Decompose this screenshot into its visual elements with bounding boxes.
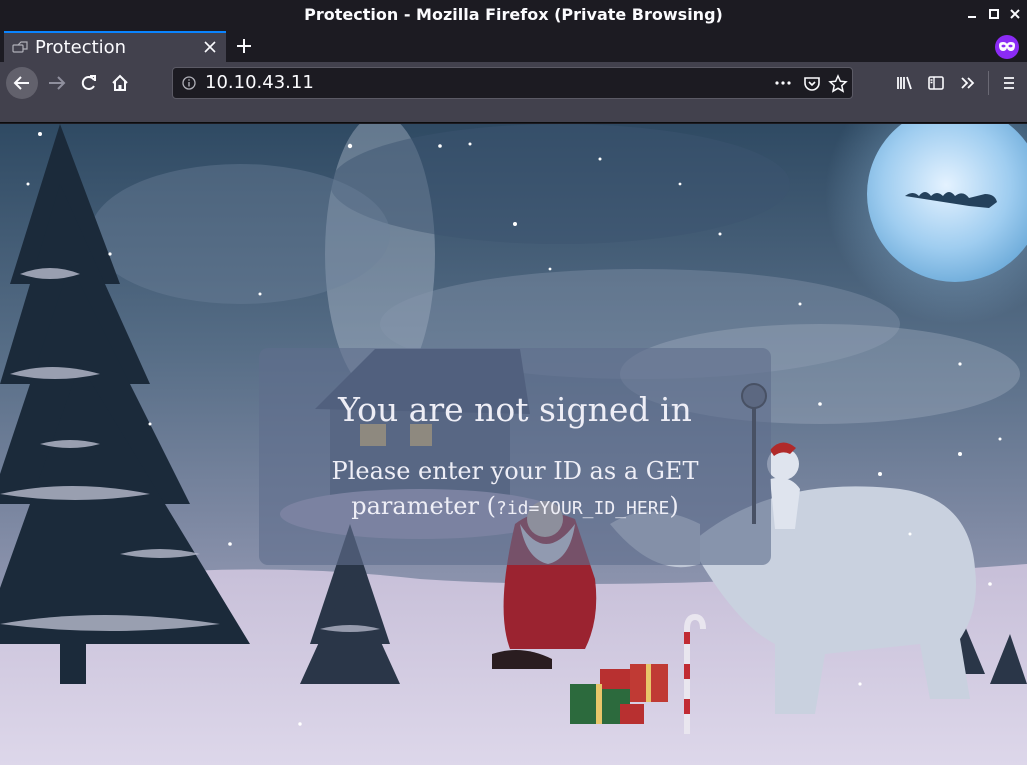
bookmark-star-icon[interactable] bbox=[828, 74, 848, 94]
sign-in-notice-card: You are not signed in Please enter your … bbox=[259, 348, 771, 565]
reload-button[interactable] bbox=[73, 67, 105, 99]
page-actions-icon[interactable] bbox=[774, 76, 792, 90]
tab-strip: Protection bbox=[0, 31, 1027, 62]
tab-protection[interactable]: Protection bbox=[4, 31, 226, 62]
close-tab-icon[interactable] bbox=[204, 41, 216, 53]
id-parameter-example: ?id=YOUR_ID_HERE bbox=[495, 498, 670, 519]
home-button[interactable] bbox=[104, 67, 136, 99]
url-bar[interactable]: 10.10.43.11 bbox=[172, 67, 853, 99]
instruction-line-1: Please enter your ID as a GET bbox=[331, 457, 699, 485]
window-titlebar: Protection - Mozilla Firefox (Private Br… bbox=[0, 0, 1027, 31]
minimize-icon[interactable] bbox=[965, 7, 979, 21]
back-arrow-icon bbox=[13, 76, 29, 90]
sidebar-icon bbox=[928, 76, 944, 90]
overflow-menu-button[interactable] bbox=[952, 67, 984, 99]
sidebar-button[interactable] bbox=[920, 67, 952, 99]
hamburger-menu-button[interactable] bbox=[993, 67, 1025, 99]
instruction-prefix: parameter ( bbox=[351, 492, 496, 520]
home-icon bbox=[112, 74, 128, 91]
toolbar-separator bbox=[988, 71, 989, 95]
instruction-suffix: ) bbox=[669, 492, 679, 520]
maximize-icon[interactable] bbox=[987, 7, 1001, 21]
forward-arrow-icon bbox=[49, 76, 66, 90]
instruction-line-2: parameter (?id=YOUR_ID_HERE) bbox=[259, 492, 771, 520]
library-icon bbox=[897, 76, 912, 90]
toolbar-bottom-area bbox=[0, 105, 1027, 123]
reload-icon bbox=[81, 75, 96, 90]
back-button[interactable] bbox=[6, 67, 38, 99]
tab-label: Protection bbox=[35, 37, 127, 58]
chevron-double-right-icon bbox=[961, 77, 975, 89]
page-content: You are not signed in Please enter your … bbox=[0, 124, 1027, 765]
library-button[interactable] bbox=[888, 67, 920, 99]
new-tab-icon[interactable] bbox=[234, 36, 254, 56]
page-heading: You are not signed in bbox=[338, 390, 692, 429]
hamburger-icon bbox=[1004, 77, 1014, 89]
url-text[interactable]: 10.10.43.11 bbox=[205, 72, 314, 93]
pocket-icon[interactable] bbox=[803, 75, 821, 93]
navigation-toolbar: 10.10.43.11 bbox=[0, 62, 1027, 105]
page-icon bbox=[12, 41, 28, 53]
private-browsing-icon bbox=[995, 35, 1019, 59]
forward-button[interactable] bbox=[42, 67, 74, 99]
window-title: Protection - Mozilla Firefox (Private Br… bbox=[304, 5, 723, 24]
close-window-icon[interactable] bbox=[1008, 7, 1022, 21]
info-icon[interactable] bbox=[182, 76, 196, 90]
